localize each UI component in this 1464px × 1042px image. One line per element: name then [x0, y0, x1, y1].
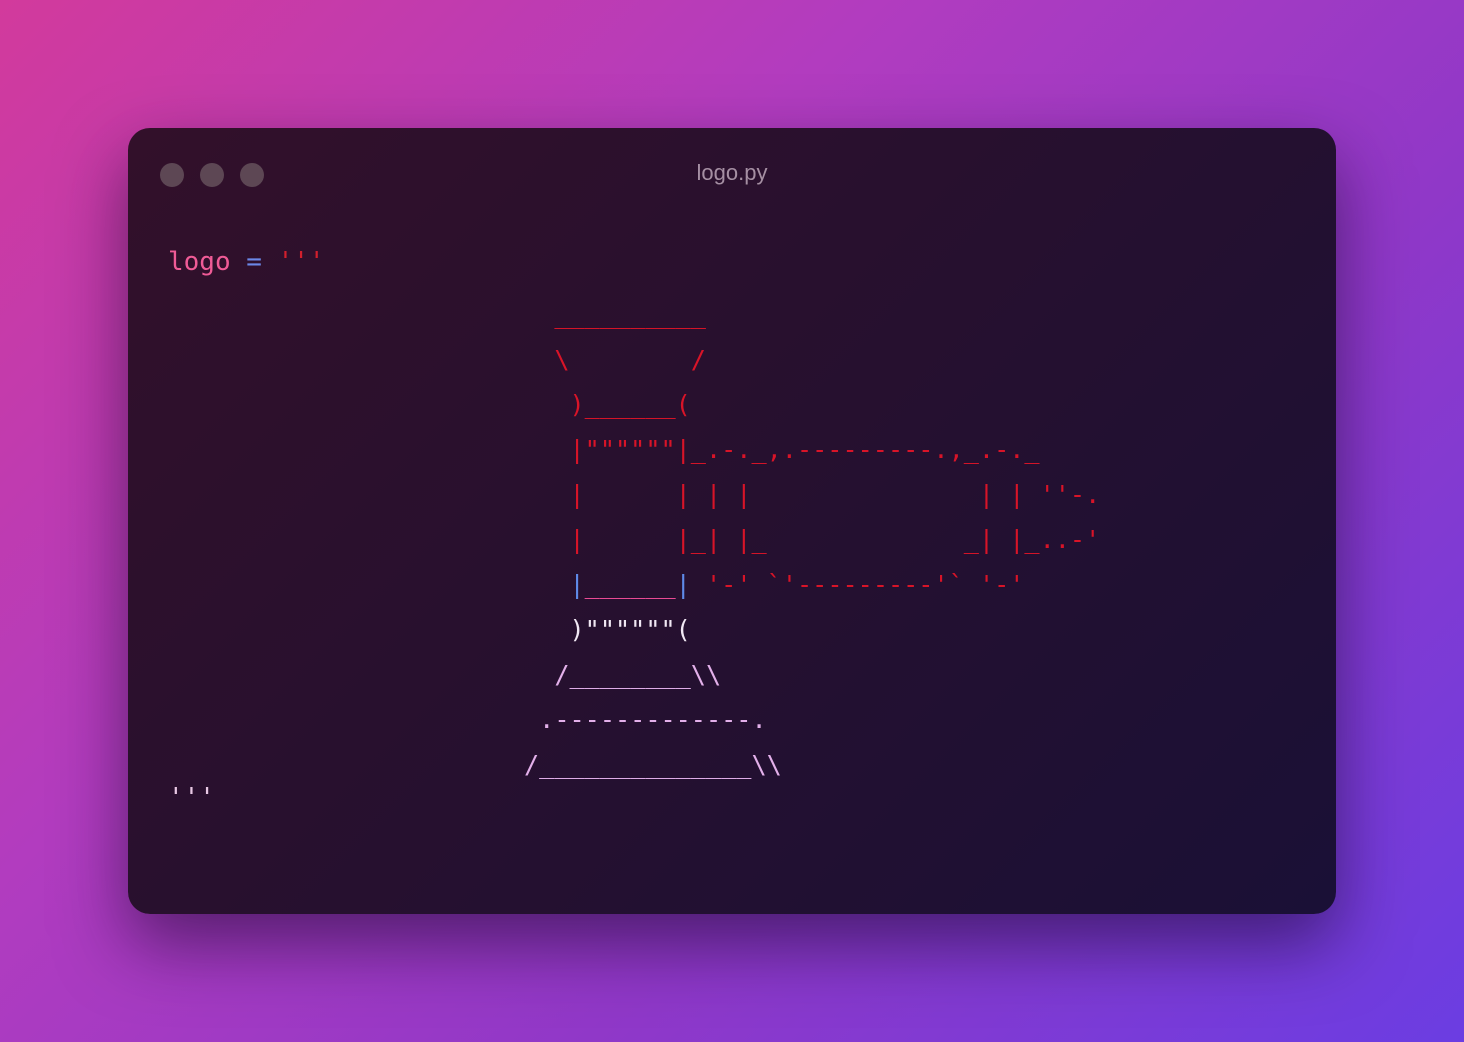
art-line-6: | |_| |_ _| |_..-': [524, 525, 1101, 554]
ascii-art-logo: __________ \ / )______( |""""""|_.-._,.-…: [524, 292, 1100, 787]
title-bar: logo.py: [128, 128, 1336, 222]
editor-window: logo.py logo = ''' __________ \ / )_____…: [128, 128, 1336, 914]
art-line-7c: |: [675, 570, 691, 599]
art-line-4: |""""""|_.-._,.---------.,_.-._: [524, 435, 1040, 464]
art-line-11: /______________\\: [524, 750, 782, 779]
art-line-8: )""""""(: [524, 615, 691, 644]
window-title: logo.py: [696, 160, 768, 185]
code-closing-line[interactable]: ''': [168, 776, 215, 820]
code-variable: logo: [168, 247, 231, 277]
art-line-7b: ______: [584, 570, 676, 599]
code-open-quote: ''': [277, 247, 325, 277]
art-line-7a: |: [524, 570, 585, 599]
art-line-5: | | | | | | ''-.: [524, 480, 1101, 509]
code-close-quote: ''': [168, 783, 215, 813]
code-operator: =: [246, 247, 262, 277]
art-line-3b: ______: [584, 390, 676, 419]
art-line-1: __________: [524, 300, 706, 329]
art-line-7d: '-' `'---------'` '-': [690, 570, 1025, 599]
art-line-3c: (: [675, 390, 691, 419]
art-line-3a: ): [524, 390, 585, 419]
art-line-10: .-------------.: [524, 705, 767, 734]
art-line-9: /________\\: [524, 660, 722, 689]
art-line-2: \ /: [524, 345, 706, 374]
code-block[interactable]: logo = ''': [168, 240, 325, 284]
